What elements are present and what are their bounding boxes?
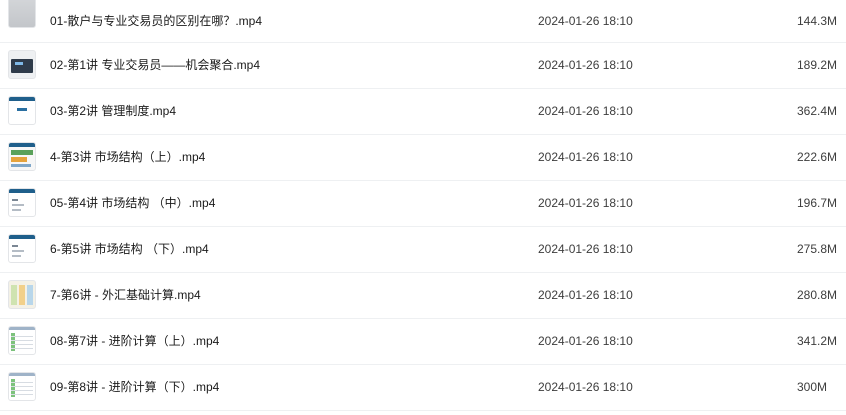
- file-date: 2024-01-26 18:10: [538, 288, 633, 302]
- video-thumbnail-icon[interactable]: [8, 280, 36, 309]
- file-row[interactable]: 4-第3讲 市场结构（上）.mp4 2024-01-26 18:10 222.6…: [0, 135, 846, 181]
- file-date: 2024-01-26 18:10: [538, 242, 633, 256]
- file-size: 222.6M: [797, 150, 838, 164]
- file-name[interactable]: 09-第8讲 - 进阶计算（下）.mp4: [50, 365, 219, 410]
- video-thumbnail-icon[interactable]: [8, 372, 36, 401]
- video-thumbnail-icon[interactable]: [8, 0, 36, 28]
- file-name[interactable]: 08-第7讲 - 进阶计算（上）.mp4: [50, 319, 219, 364]
- file-row[interactable]: 6-第5讲 市场结构 （下）.mp4 2024-01-26 18:10 275.…: [0, 227, 846, 273]
- file-name[interactable]: 7-第6讲 - 外汇基础计算.mp4: [50, 273, 201, 318]
- file-date: 2024-01-26 18:10: [538, 196, 633, 210]
- file-date: 2024-01-26 18:10: [538, 380, 633, 394]
- file-size: 341.2M: [797, 334, 838, 348]
- file-size: 196.7M: [797, 196, 838, 210]
- file-size: 275.8M: [797, 242, 838, 256]
- file-size: 144.3M: [797, 14, 838, 28]
- file-date: 2024-01-26 18:10: [538, 14, 633, 28]
- file-date: 2024-01-26 18:10: [538, 150, 633, 164]
- file-row[interactable]: 01-散户与专业交易员的区别在哪？.mp4 2024-01-26 18:10 1…: [0, 0, 846, 43]
- file-size: 362.4M: [797, 104, 838, 118]
- file-name[interactable]: 6-第5讲 市场结构 （下）.mp4: [50, 227, 209, 272]
- video-thumbnail-icon[interactable]: [8, 234, 36, 263]
- file-row[interactable]: 09-第8讲 - 进阶计算（下）.mp4 2024-01-26 18:10 30…: [0, 365, 846, 411]
- file-name[interactable]: 4-第3讲 市场结构（上）.mp4: [50, 135, 205, 180]
- file-list: 01-散户与专业交易员的区别在哪？.mp4 2024-01-26 18:10 1…: [0, 0, 846, 411]
- file-date: 2024-01-26 18:10: [538, 58, 633, 72]
- file-row[interactable]: 03-第2讲 管理制度.mp4 2024-01-26 18:10 362.4M: [0, 89, 846, 135]
- file-size: 300M: [797, 380, 828, 394]
- file-row[interactable]: 02-第1讲 专业交易员——机会聚合.mp4 2024-01-26 18:10 …: [0, 43, 846, 89]
- file-size: 280.8M: [797, 288, 838, 302]
- file-row[interactable]: 08-第7讲 - 进阶计算（上）.mp4 2024-01-26 18:10 34…: [0, 319, 846, 365]
- file-size: 189.2M: [797, 58, 838, 72]
- file-date: 2024-01-26 18:10: [538, 104, 633, 118]
- file-row[interactable]: 7-第6讲 - 外汇基础计算.mp4 2024-01-26 18:10 280.…: [0, 273, 846, 319]
- file-name[interactable]: 03-第2讲 管理制度.mp4: [50, 89, 176, 134]
- video-thumbnail-icon[interactable]: [8, 50, 36, 79]
- video-thumbnail-icon[interactable]: [8, 96, 36, 125]
- file-date: 2024-01-26 18:10: [538, 334, 633, 348]
- video-thumbnail-icon[interactable]: [8, 326, 36, 355]
- video-thumbnail-icon[interactable]: [8, 142, 36, 171]
- file-name[interactable]: 01-散户与专业交易员的区别在哪？.mp4: [50, 0, 262, 42]
- file-name[interactable]: 05-第4讲 市场结构 （中）.mp4: [50, 181, 215, 226]
- file-row[interactable]: 05-第4讲 市场结构 （中）.mp4 2024-01-26 18:10 196…: [0, 181, 846, 227]
- file-name[interactable]: 02-第1讲 专业交易员——机会聚合.mp4: [50, 43, 260, 88]
- video-thumbnail-icon[interactable]: [8, 188, 36, 217]
